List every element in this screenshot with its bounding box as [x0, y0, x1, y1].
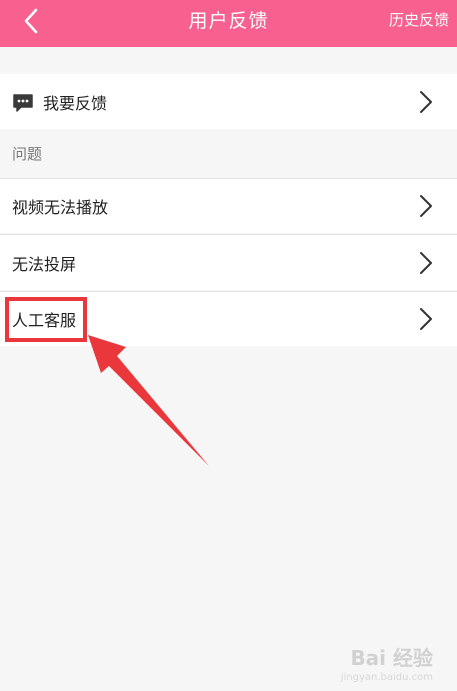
watermark-url: jingyan.baidu.com [340, 672, 433, 683]
watermark-logo: Bai 经验 [350, 646, 433, 670]
pointer-arrow-icon [88, 335, 209, 466]
